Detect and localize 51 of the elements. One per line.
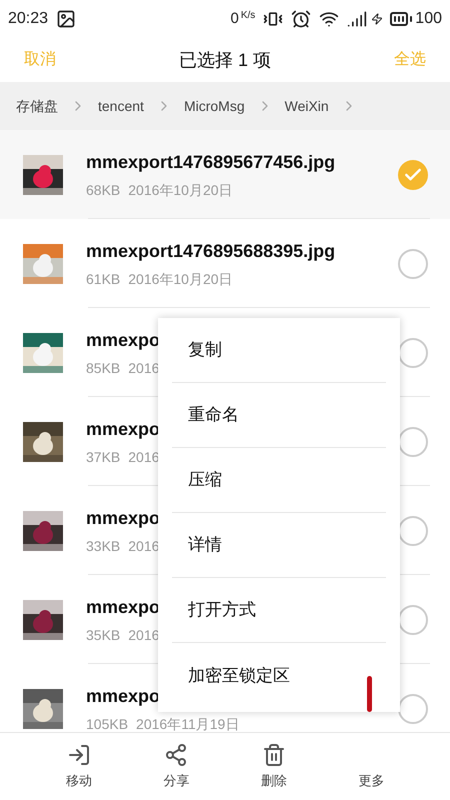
alarm-icon: [291, 9, 312, 29]
share-icon: [164, 742, 188, 767]
selected-file-row[interactable]: mmexport1476895677456.jpg 68KB 2016年10月20日: [0, 130, 450, 219]
file-name: mmexpo: [86, 328, 160, 352]
breadcrumb-item[interactable]: WeiXin: [284, 96, 329, 116]
status-time: 20:23: [8, 9, 48, 29]
breadcrumb-item[interactable]: MicroMsg: [184, 96, 245, 116]
toolbar-button[interactable]: 移动: [30, 733, 128, 800]
file-name: mmexport1476895688395.jpg: [86, 240, 336, 263]
file-date: 2016: [128, 448, 160, 466]
move-icon: [66, 742, 91, 767]
file-date: 2016: [128, 536, 160, 556]
image-icon: [56, 9, 76, 29]
checkbox[interactable]: [398, 248, 428, 278]
file-name: mmexpo: [86, 684, 160, 708]
net-speed: 0: [230, 8, 239, 29]
menu-item[interactable]: 压缩: [172, 448, 386, 513]
menu-item[interactable]: 打开方式: [172, 578, 386, 643]
annotation-stroke: [367, 676, 372, 712]
file-name: mmexpo: [86, 506, 160, 530]
battery-level: 100: [415, 9, 442, 29]
file-name: mmexpo: [86, 418, 160, 441]
net-unit: K/s: [240, 9, 256, 23]
checked-checkbox[interactable]: [398, 160, 428, 190]
menu-item[interactable]: 详情: [172, 513, 386, 578]
file-name: mmexport1476895677456.jpg: [86, 150, 336, 174]
file-size: 68KB: [86, 180, 120, 200]
menu-item[interactable]: 重命名: [172, 383, 386, 448]
file-size: 61KB: [86, 270, 120, 288]
signal-icon: [347, 9, 368, 29]
file-date: 2016: [128, 626, 160, 644]
breadcrumb-item[interactable]: tencent: [98, 96, 144, 116]
breadcrumb-item[interactable]: 存储盘: [16, 96, 58, 116]
file-date: 2016: [128, 358, 160, 378]
file-date: 2016年11月19日: [136, 714, 240, 732]
file-name: mmexpo: [86, 596, 160, 619]
menu-item[interactable]: 复制: [172, 318, 386, 383]
toolbar-button[interactable]: 分享: [128, 733, 225, 800]
file-size: 35KB: [86, 626, 120, 644]
charging-icon: [371, 11, 384, 27]
file-size: 105KB: [86, 714, 128, 732]
file-date: 2016年10月20日: [128, 270, 233, 288]
file-size: 33KB: [86, 536, 120, 556]
toolbar-button[interactable]: 删除: [225, 733, 322, 800]
file-size: 85KB: [86, 358, 120, 378]
toolbar-button[interactable]: 更多: [322, 733, 420, 800]
menu-item[interactable]: 加密至锁定区: [172, 643, 386, 708]
trash-icon: [262, 742, 286, 767]
file-date: 2016年10月20日: [128, 180, 233, 200]
page-title: 已选择 1 项: [178, 48, 271, 72]
file-size: 37KB: [86, 448, 120, 466]
